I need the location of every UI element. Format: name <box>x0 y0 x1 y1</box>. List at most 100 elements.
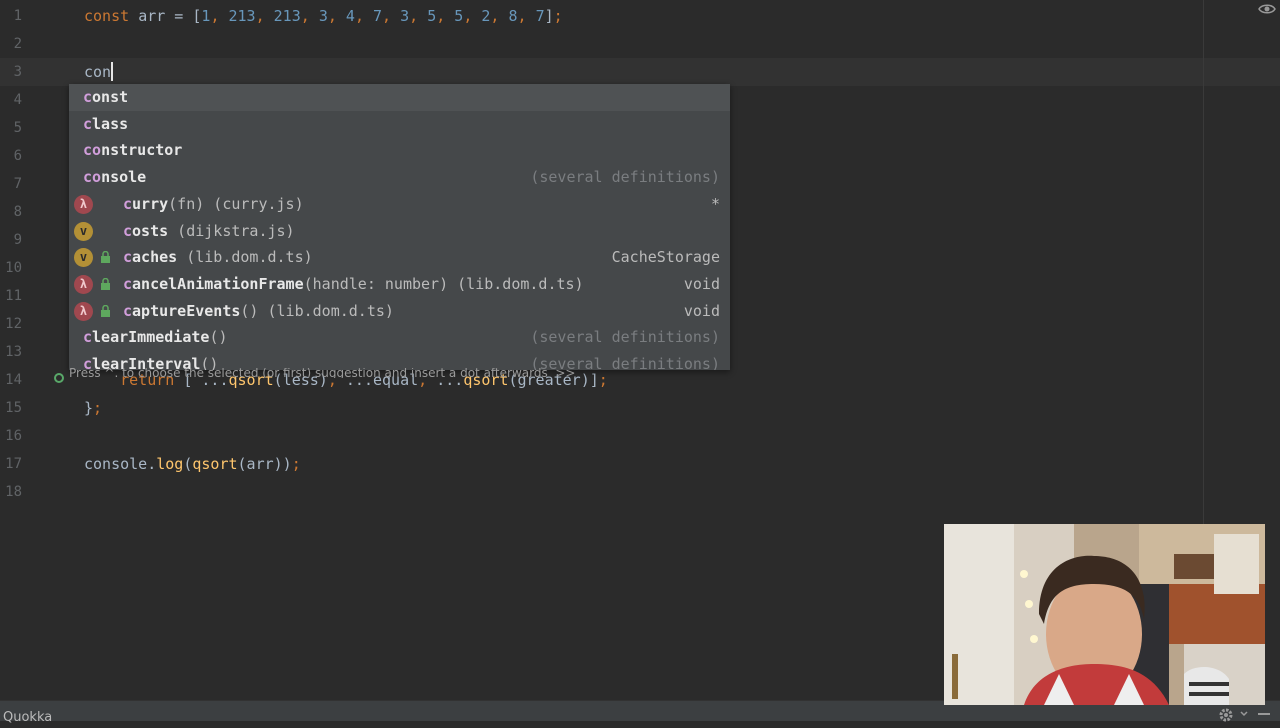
line-number: 3 <box>13 64 22 80</box>
code-token: const <box>84 7 139 25</box>
completion-label-part: (lib.dom.d.ts) <box>177 248 313 266</box>
completion-label-part: lass <box>92 115 129 133</box>
completion-label-part: co <box>83 141 102 159</box>
gear-icon[interactable] <box>1218 707 1234 723</box>
code-line[interactable]: 2 <box>0 30 1200 58</box>
code-token: 213 <box>273 7 301 25</box>
lock-icon <box>101 278 110 290</box>
completion-label-part: () <box>209 328 228 346</box>
variable-icon: v <box>74 222 93 241</box>
code-line[interactable]: 15}; <box>0 394 1200 422</box>
completion-item[interactable]: constructor <box>69 137 730 164</box>
completion-type: * <box>710 195 720 213</box>
lock-icon <box>101 251 110 263</box>
eye-icon[interactable] <box>1258 2 1276 16</box>
code-token: arr = [ <box>138 7 202 25</box>
completion-item[interactable]: clearImmediate() (several definitions) <box>69 324 730 351</box>
completion-item[interactable]: v caches (lib.dom.d.ts) CacheStorage <box>69 244 730 271</box>
code-token: 5 <box>454 7 464 25</box>
completion-label-part: nsole <box>101 168 147 186</box>
code-line[interactable]: 16 <box>0 422 1200 450</box>
autocomplete-popup[interactable]: const class constructor console (several def… <box>69 84 730 370</box>
line-number: 14 <box>5 372 22 388</box>
completion-label-part: c <box>123 195 133 213</box>
code-token: log <box>156 455 184 473</box>
completion-type: (several definitions) <box>530 328 720 346</box>
line-number: 18 <box>5 484 22 500</box>
line-number: 7 <box>13 176 22 192</box>
completion-label-part: (fn) (curry.js) <box>168 195 304 213</box>
line-number: 15 <box>5 400 22 416</box>
lambda-icon: λ <box>74 195 93 214</box>
line-number: 2 <box>13 36 22 52</box>
webcam-overlay <box>944 524 1265 705</box>
completion-item[interactable]: class <box>69 111 730 138</box>
completion-item[interactable]: const <box>69 84 730 111</box>
line-number: 11 <box>5 288 22 304</box>
code-token: (arr)) <box>237 455 292 473</box>
code-token: , <box>354 7 373 25</box>
completion-label-part: c <box>83 328 93 346</box>
line-number: 5 <box>13 120 22 136</box>
completion-label-part: c <box>123 275 133 293</box>
code-token: 7 <box>535 7 545 25</box>
variable-icon: v <box>74 248 93 267</box>
code-token: qsort <box>192 455 238 473</box>
completion-label: caches (lib.dom.d.ts) <box>123 244 313 271</box>
code-token: 3 <box>400 7 410 25</box>
line-number: 4 <box>13 92 22 108</box>
completion-label-part: aptureEvents <box>132 302 241 320</box>
completion-item[interactable]: λ curry(fn) (curry.js) * <box>69 191 730 218</box>
line-number: 17 <box>5 456 22 472</box>
completion-label: console <box>83 164 146 191</box>
completion-label-part: () (lib.dom.d.ts) <box>240 302 394 320</box>
code-line[interactable]: 3 con <box>0 58 1200 86</box>
minimize-icon[interactable] <box>1258 713 1270 715</box>
code-token: 213 <box>228 7 256 25</box>
line-code: const arr = [1, 213, 213, 3, 4, 7, 3, 5,… <box>84 2 563 30</box>
code-line[interactable]: 1 const arr = [1, 213, 213, 3, 4, 7, 3, 5… <box>0 2 1200 30</box>
code-line[interactable]: 17 console.log(qsort(arr)); <box>0 450 1200 478</box>
webcam-video-frame <box>944 524 1265 705</box>
code-token: , <box>300 7 319 25</box>
code-token: } <box>84 399 94 417</box>
lock-icon <box>101 305 110 317</box>
status-tool-name[interactable]: Quokka <box>3 708 52 728</box>
completion-label-part: aches <box>132 248 178 266</box>
completion-label-part: c <box>83 88 93 106</box>
code-token: 8 <box>508 7 518 25</box>
lambda-icon: λ <box>74 275 93 294</box>
code-token: console <box>84 455 148 473</box>
code-token: , <box>436 7 455 25</box>
code-token: ; <box>553 7 563 25</box>
completion-label-part: nstructor <box>101 141 183 159</box>
code-line[interactable]: 18 <box>0 478 1200 506</box>
completion-label-part: c <box>123 248 133 266</box>
code-token: , <box>463 7 482 25</box>
line-number: 1 <box>13 8 22 24</box>
quokka-coverage-icon <box>54 373 64 383</box>
completion-label-part: (handle: number) (lib.dom.d.ts) <box>303 275 584 293</box>
completion-item[interactable]: λ cancelAnimationFrame(handle: number) (l… <box>69 271 730 298</box>
lambda-icon: λ <box>74 302 93 321</box>
code-token: , <box>327 7 346 25</box>
completion-item[interactable]: console (several definitions) <box>69 164 730 191</box>
completion-label: clearImmediate() <box>83 324 228 351</box>
completion-label-part: c <box>123 222 133 240</box>
completion-type: CacheStorage <box>611 248 720 266</box>
line-code: }; <box>84 394 102 422</box>
code-token: ; <box>93 399 103 417</box>
completion-label: class <box>83 111 128 138</box>
completion-label-part: c <box>123 302 133 320</box>
line-code: con <box>84 58 114 86</box>
code-token: , <box>409 7 428 25</box>
completion-type: void <box>683 275 720 293</box>
line-number: 8 <box>13 204 22 220</box>
code-token: , <box>490 7 509 25</box>
completion-item[interactable]: λ captureEvents() (lib.dom.d.ts) void <box>69 298 730 325</box>
line-number: 6 <box>13 148 22 164</box>
code-token: 5 <box>427 7 437 25</box>
completion-item[interactable]: v costs (dijkstra.js) <box>69 218 730 245</box>
chevron-down-icon[interactable] <box>1240 711 1248 717</box>
completion-label: const <box>83 84 128 111</box>
